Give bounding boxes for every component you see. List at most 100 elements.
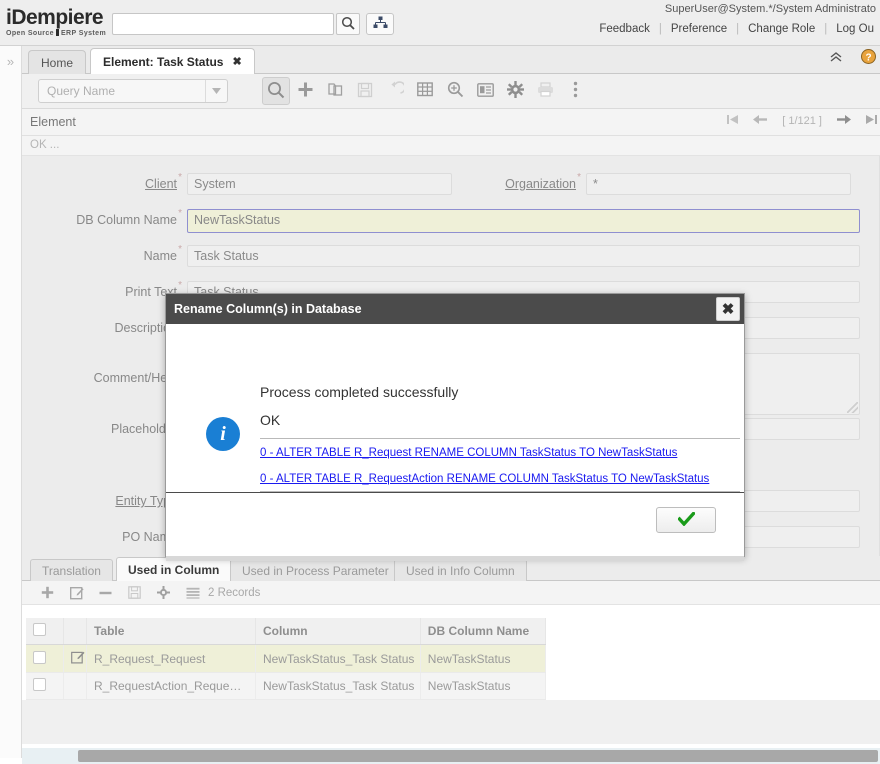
field-label-print-text: Print Text* xyxy=(22,281,177,299)
plus-icon xyxy=(297,81,314,101)
collapse-button[interactable] xyxy=(828,50,844,66)
tab-used-in-info-column[interactable]: Used in Info Column xyxy=(394,559,527,581)
grid-save-button xyxy=(127,585,142,600)
grid-empty-area xyxy=(22,700,880,744)
field-label-description: Description xyxy=(22,317,177,335)
cell-table: R_RequestAction_Reque… xyxy=(86,673,255,700)
tab-element-task-status[interactable]: Element: Task Status ✖ xyxy=(90,48,255,74)
tab-home[interactable]: Home xyxy=(28,50,86,74)
field-label-client-text: Client xyxy=(145,177,177,191)
grid-edit-button[interactable] xyxy=(69,585,84,600)
row-edit-cell[interactable] xyxy=(64,645,87,673)
tab-translation[interactable]: Translation xyxy=(30,559,113,581)
field-value-name: Task Status xyxy=(194,249,259,263)
more-actions-button[interactable] xyxy=(560,76,590,106)
grid-toggle-button[interactable] xyxy=(410,76,440,106)
brand-name: iDempiere xyxy=(6,8,110,28)
resize-handle-icon[interactable] xyxy=(847,402,858,413)
brand-tagline-left: Open Source xyxy=(6,30,54,37)
field-label-entity-type: Entity Type* xyxy=(22,490,177,508)
grid-settings-button[interactable] xyxy=(156,585,171,600)
table-header-row: Table Column DB Column Name xyxy=(26,618,546,645)
required-marker: * xyxy=(178,172,182,183)
close-icon[interactable]: ✖ xyxy=(232,55,241,68)
record-count-label: 2 Records xyxy=(208,587,260,599)
brand-tagline: Open Source ERP System xyxy=(6,29,110,38)
field-label-db-column-name-text: DB Column Name xyxy=(76,213,177,227)
change-role-link[interactable]: Change Role xyxy=(739,23,824,35)
settings-button[interactable] xyxy=(500,76,530,106)
grid-icon xyxy=(417,82,433,100)
window-tab-strip: Home Element: Task Status ✖ xyxy=(0,46,880,74)
previous-record-button[interactable] xyxy=(753,113,768,129)
table-row[interactable]: R_RequestAction_Reque… NewTaskStatus_Tas… xyxy=(26,673,546,700)
undo-icon xyxy=(387,81,404,101)
new-record-button[interactable] xyxy=(290,76,320,106)
scrollbar-thumb[interactable] xyxy=(78,750,878,762)
global-search-input[interactable] xyxy=(112,13,334,35)
row-select-cell[interactable] xyxy=(26,645,64,673)
sidebar-expand-toggle[interactable]: » xyxy=(0,46,22,758)
column-header-table[interactable]: Table xyxy=(86,618,255,645)
brand-tagline-right: ERP System xyxy=(61,30,106,37)
last-record-button[interactable] xyxy=(865,113,878,129)
menu-tree-button[interactable] xyxy=(366,13,394,35)
next-record-button[interactable] xyxy=(836,113,851,129)
help-button[interactable]: ? xyxy=(860,50,876,66)
edit-icon[interactable] xyxy=(71,653,85,667)
field-label-comment-help: Comment/Help xyxy=(22,353,177,385)
tab-used-in-process-parameter[interactable]: Used in Process Parameter xyxy=(230,559,401,581)
checkbox-icon[interactable] xyxy=(33,678,46,691)
user-context-label: SuperUser@System.*/System Administrato xyxy=(665,3,876,15)
cell-column: NewTaskStatus_Task Status xyxy=(255,673,420,700)
dialog-divider xyxy=(260,438,740,439)
field-row-name: Name* Task Status xyxy=(22,245,860,267)
grid-delete-button[interactable] xyxy=(98,585,113,600)
copy-record-button[interactable] xyxy=(320,76,350,106)
zoom-button[interactable] xyxy=(440,76,470,106)
org-tree-icon xyxy=(373,16,388,32)
row-edit-cell[interactable] xyxy=(64,673,87,700)
chevron-down-icon[interactable] xyxy=(205,80,227,102)
dialog-close-button[interactable]: ✖ xyxy=(716,297,740,321)
tab-used-in-process-parameter-label: Used in Process Parameter xyxy=(242,564,389,578)
global-search-button[interactable] xyxy=(336,13,360,35)
printer-icon xyxy=(537,82,554,100)
dialog-ok-button[interactable] xyxy=(656,507,716,533)
tab-used-in-info-column-label: Used in Info Column xyxy=(406,564,515,578)
field-row-client: Client* System xyxy=(22,173,452,195)
dialog-message-primary: Process completed successfully xyxy=(260,384,458,400)
horizontal-scrollbar[interactable] xyxy=(22,748,880,764)
checkbox-icon[interactable] xyxy=(33,623,46,636)
select-all-header[interactable] xyxy=(26,618,64,645)
feedback-link[interactable]: Feedback xyxy=(590,23,659,35)
query-name-combo[interactable]: Query Name xyxy=(38,79,228,103)
first-record-button[interactable] xyxy=(726,113,739,129)
field-input-name[interactable]: Task Status xyxy=(187,245,860,267)
tab-home-label: Home xyxy=(41,56,73,70)
detail-grid: Table Column DB Column Name xyxy=(26,618,880,700)
row-select-cell[interactable] xyxy=(26,673,64,700)
table-row[interactable]: R_Request_Request NewTaskStatus_Task Sta… xyxy=(26,645,546,673)
required-marker: * xyxy=(178,280,182,291)
field-label-po-name: PO Name xyxy=(22,526,177,544)
preference-link[interactable]: Preference xyxy=(662,23,736,35)
record-info-button[interactable] xyxy=(470,76,500,106)
sql-statement-link-1[interactable]: 0 - ALTER TABLE R_Request RENAME COLUMN … xyxy=(260,447,677,459)
field-input-organization[interactable]: * xyxy=(586,173,851,195)
cell-db-column-name: NewTaskStatus xyxy=(420,645,545,673)
field-input-client[interactable]: System xyxy=(187,173,452,195)
find-button[interactable] xyxy=(262,77,290,105)
grid-layout-icon[interactable] xyxy=(185,585,200,600)
column-header-db-column-name[interactable]: DB Column Name xyxy=(420,618,545,645)
grid-new-button[interactable] xyxy=(40,585,55,600)
checkbox-icon[interactable] xyxy=(33,651,46,664)
global-search-field[interactable] xyxy=(113,14,333,34)
window-toolbar: Query Name xyxy=(22,74,880,109)
sql-statement-link-2[interactable]: 0 - ALTER TABLE R_RequestAction RENAME C… xyxy=(260,473,709,485)
logout-link[interactable]: Log Ou xyxy=(827,23,880,35)
row-action-header xyxy=(64,618,87,645)
field-input-db-column-name[interactable]: NewTaskStatus xyxy=(187,209,860,233)
field-value-organization: * xyxy=(593,177,598,191)
column-header-column[interactable]: Column xyxy=(255,618,420,645)
